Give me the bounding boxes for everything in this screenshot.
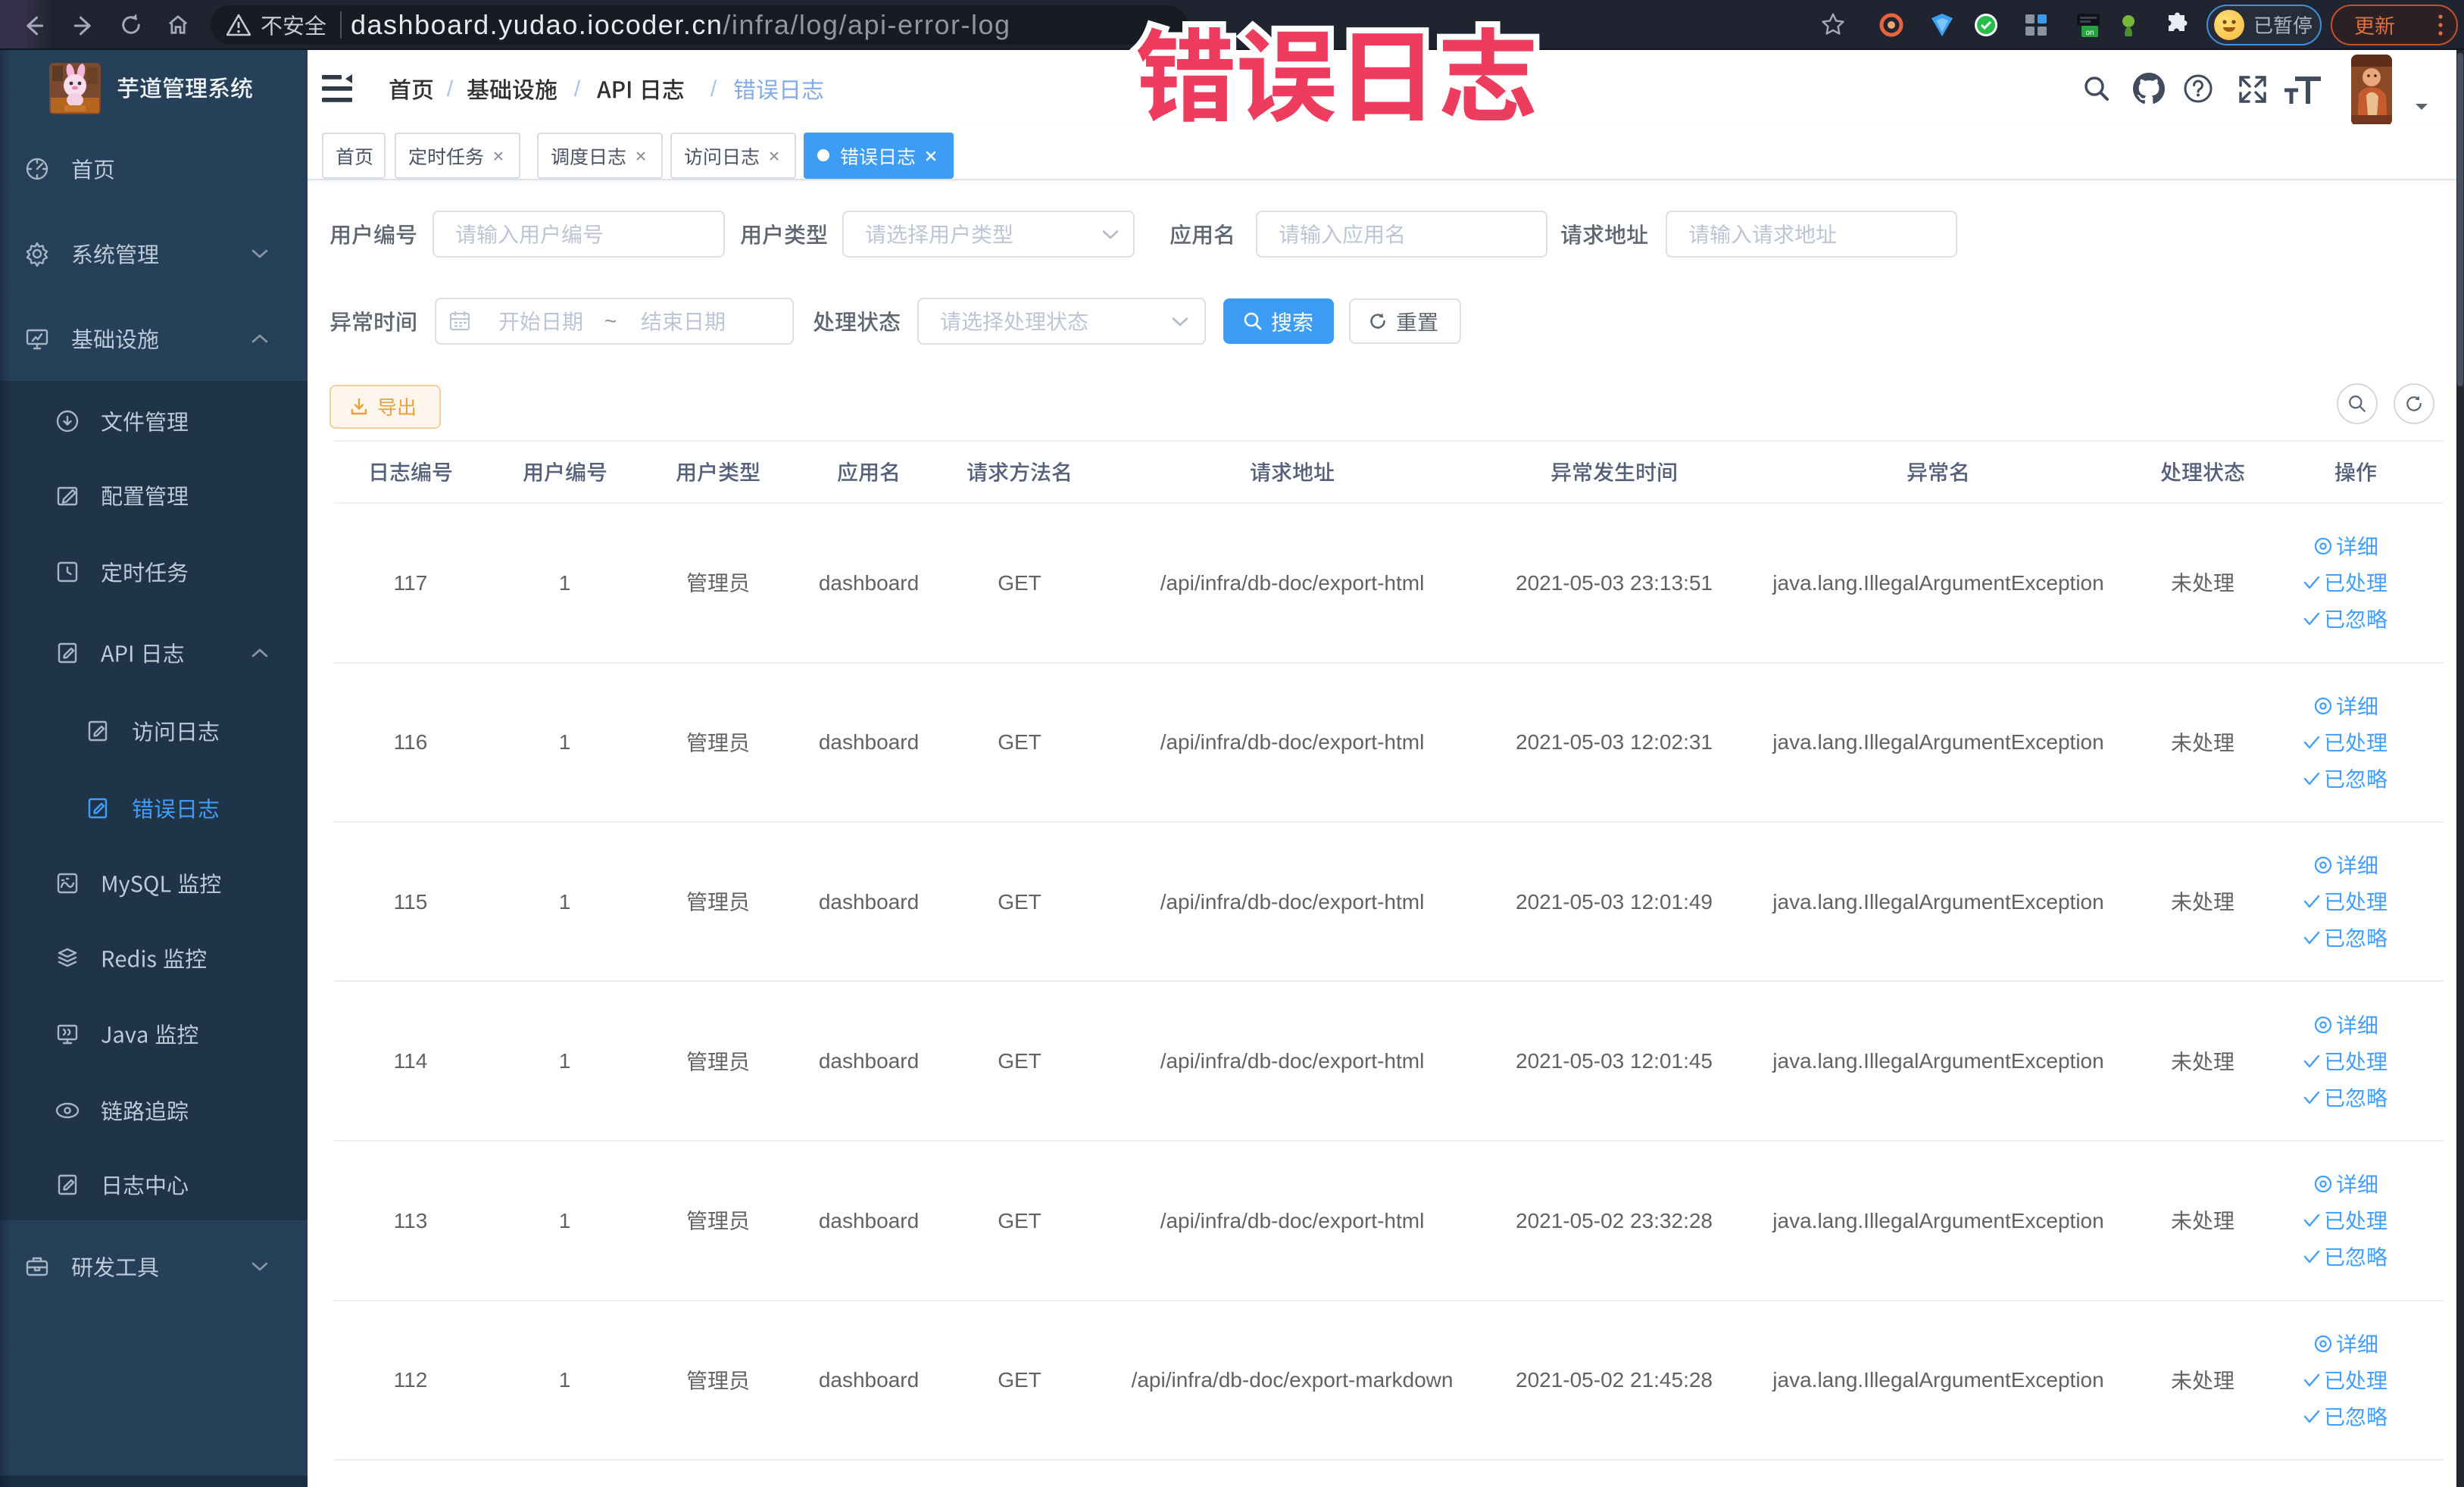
svg-text:on: on bbox=[2085, 29, 2094, 37]
